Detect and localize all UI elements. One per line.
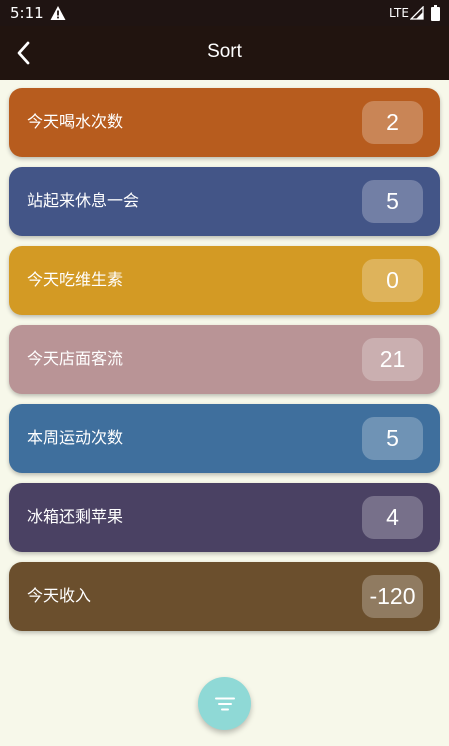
counter-label: 站起来休息一会 <box>27 191 140 210</box>
counter-card[interactable]: 今天吃维生素 0 <box>9 246 440 315</box>
counter-card[interactable]: 站起来休息一会 5 <box>9 167 440 236</box>
app-bar: Sort <box>0 26 449 80</box>
counter-value: -120 <box>362 575 423 618</box>
counter-label: 今天店面客流 <box>27 349 124 368</box>
status-bar: 5:11 LTE <box>0 0 449 26</box>
counter-card[interactable]: 今天收入 -120 <box>9 562 440 631</box>
counter-label: 今天收入 <box>27 586 92 605</box>
counter-card[interactable]: 今天喝水次数 2 <box>9 88 440 157</box>
counter-label: 本周运动次数 <box>27 428 124 447</box>
counter-card[interactable]: 冰箱还剩苹果 4 <box>9 483 440 552</box>
status-time: 5:11 <box>10 4 44 22</box>
counter-label: 冰箱还剩苹果 <box>27 507 124 526</box>
counter-label: 今天喝水次数 <box>27 112 124 131</box>
counter-value: 5 <box>362 417 423 460</box>
sort-button[interactable] <box>198 677 251 730</box>
signal-icon <box>410 6 424 20</box>
counter-value: 5 <box>362 180 423 223</box>
counter-value: 2 <box>362 101 423 144</box>
sort-icon <box>214 697 235 710</box>
counter-value: 0 <box>362 259 423 302</box>
counter-list: 今天喝水次数 2 站起来休息一会 5 今天吃维生素 0 今天店面客流 21 本周… <box>9 88 440 641</box>
network-type: LTE <box>389 6 409 20</box>
page-title: Sort <box>207 41 242 62</box>
counter-card[interactable]: 本周运动次数 5 <box>9 404 440 473</box>
counter-card[interactable]: 今天店面客流 21 <box>9 325 440 394</box>
counter-value: 4 <box>362 496 423 539</box>
alert-icon <box>50 6 66 20</box>
battery-icon <box>431 5 440 21</box>
counter-label: 今天吃维生素 <box>27 270 124 289</box>
counter-value: 21 <box>362 338 423 381</box>
